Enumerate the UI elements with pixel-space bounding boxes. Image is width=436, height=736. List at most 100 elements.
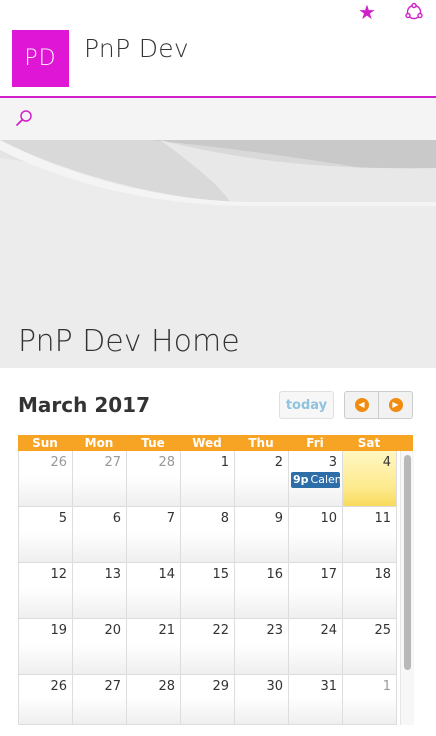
calendar-week: 12 13 14 15 16 17 18 — [19, 563, 399, 619]
calendar-day[interactable]: 18 — [343, 563, 397, 619]
day-number: 26 — [50, 455, 67, 470]
day-number: 31 — [320, 679, 337, 694]
top-action-bar: ★ — [316, 0, 436, 24]
calendar-day[interactable]: 24 — [289, 619, 343, 675]
calendar-day[interactable]: 27 — [73, 675, 127, 725]
day-number: 30 — [266, 679, 283, 694]
day-number: 6 — [112, 511, 121, 526]
next-month-button[interactable]: ▶ — [378, 392, 412, 418]
calendar-day[interactable]: 1 — [343, 675, 397, 725]
day-number: 13 — [104, 567, 121, 582]
calendar-week: 26 27 28 29 30 31 1 — [19, 675, 399, 725]
event-time: 9p — [293, 473, 309, 486]
dow-sun: Sun — [32, 436, 58, 450]
calendar-day[interactable]: 23 — [235, 619, 289, 675]
day-number: 17 — [320, 567, 337, 582]
star-icon[interactable]: ★ — [356, 2, 378, 24]
share-icon[interactable] — [404, 2, 426, 24]
today-button[interactable]: today — [279, 391, 334, 419]
day-number: 26 — [50, 679, 67, 694]
dow-tue: Tue — [141, 436, 165, 450]
calendar-day[interactable]: 1 — [181, 451, 235, 507]
calendar-day[interactable]: 26 — [19, 675, 73, 725]
search-bar — [0, 98, 436, 140]
calendar-grid: 26 27 28 1 2 3 9p Calen 4 5 6 7 8 9 10 11… — [18, 451, 414, 725]
calendar-day[interactable]: 13 — [73, 563, 127, 619]
scrollbar-thumb[interactable] — [404, 455, 411, 670]
calendar-day[interactable]: 31 — [289, 675, 343, 725]
day-number: 27 — [104, 455, 121, 470]
calendar-event[interactable]: 9p Calen — [291, 472, 340, 488]
page-header-banner: PnP Dev Home — [0, 140, 436, 368]
day-number: 11 — [374, 511, 391, 526]
calendar-day[interactable]: 25 — [343, 619, 397, 675]
calendar-day[interactable]: 16 — [235, 563, 289, 619]
calendar-day[interactable]: 28 — [127, 451, 181, 507]
day-number: 18 — [374, 567, 391, 582]
calendar-day[interactable]: 26 — [19, 451, 73, 507]
day-number: 28 — [158, 679, 175, 694]
calendar-day[interactable]: 7 — [127, 507, 181, 563]
calendar-day[interactable]: 6 — [73, 507, 127, 563]
calendar-day[interactable]: 21 — [127, 619, 181, 675]
dow-fri: Fri — [306, 436, 324, 450]
calendar-day[interactable]: 29 — [181, 675, 235, 725]
day-number: 10 — [320, 511, 337, 526]
day-number: 4 — [382, 455, 391, 470]
day-number: 7 — [166, 511, 175, 526]
calendar-scrollbar[interactable] — [400, 451, 414, 725]
calendar-day[interactable]: 9 — [235, 507, 289, 563]
day-number: 29 — [212, 679, 229, 694]
search-icon[interactable] — [14, 109, 34, 129]
calendar-day-today[interactable]: 4 — [343, 451, 397, 507]
day-number: 28 — [158, 455, 175, 470]
calendar-day[interactable]: 27 — [73, 451, 127, 507]
dow-mon: Mon — [84, 436, 114, 450]
site-title[interactable]: PnP Dev — [84, 34, 189, 63]
calendar-week: 26 27 28 1 2 3 9p Calen 4 — [19, 451, 399, 507]
day-number: 22 — [212, 623, 229, 638]
site-logo[interactable]: PD — [12, 30, 69, 87]
calendar-day[interactable]: 28 — [127, 675, 181, 725]
day-number: 14 — [158, 567, 175, 582]
chevron-left-icon: ◀ — [354, 398, 369, 412]
day-number: 12 — [50, 567, 67, 582]
day-number: 8 — [220, 511, 229, 526]
calendar-day[interactable]: 20 — [73, 619, 127, 675]
dow-thu: Thu — [248, 436, 274, 450]
calendar-week: 19 20 21 22 23 24 25 — [19, 619, 399, 675]
day-number: 16 — [266, 567, 283, 582]
calendar-week: 5 6 7 8 9 10 11 — [19, 507, 399, 563]
event-title: Calen — [310, 473, 340, 486]
calendar-month-title: March 2017 — [18, 393, 150, 417]
calendar-day[interactable]: 11 — [343, 507, 397, 563]
calendar-day[interactable]: 12 — [19, 563, 73, 619]
day-number: 2 — [274, 455, 283, 470]
calendar-day[interactable]: 8 — [181, 507, 235, 563]
dow-wed: Wed — [192, 436, 222, 450]
calendar-day[interactable]: 17 — [289, 563, 343, 619]
calendar-day[interactable]: 19 — [19, 619, 73, 675]
calendar-day[interactable]: 14 — [127, 563, 181, 619]
day-of-week-header: Sun Mon Tue Wed Thu Fri Sat — [18, 435, 413, 451]
day-number: 3 — [328, 455, 337, 470]
day-number: 1 — [220, 455, 229, 470]
calendar-webpart: March 2017 today ◀ ▶ Sun Mon Tue Wed Thu… — [0, 368, 436, 736]
calendar-day[interactable]: 5 — [19, 507, 73, 563]
dow-sat: Sat — [357, 436, 381, 450]
calendar-day[interactable]: 15 — [181, 563, 235, 619]
day-number: 1 — [382, 679, 391, 694]
calendar-day[interactable]: 30 — [235, 675, 289, 725]
day-number: 15 — [212, 567, 229, 582]
calendar-day[interactable]: 22 — [181, 619, 235, 675]
day-number: 20 — [104, 623, 121, 638]
day-number: 27 — [104, 679, 121, 694]
day-number: 19 — [50, 623, 67, 638]
calendar-nav: ◀ ▶ — [344, 391, 413, 419]
calendar-day[interactable]: 3 9p Calen — [289, 451, 343, 507]
day-number: 24 — [320, 623, 337, 638]
prev-month-button[interactable]: ◀ — [345, 392, 378, 418]
calendar-day[interactable]: 10 — [289, 507, 343, 563]
day-number: 5 — [58, 511, 67, 526]
calendar-day[interactable]: 2 — [235, 451, 289, 507]
